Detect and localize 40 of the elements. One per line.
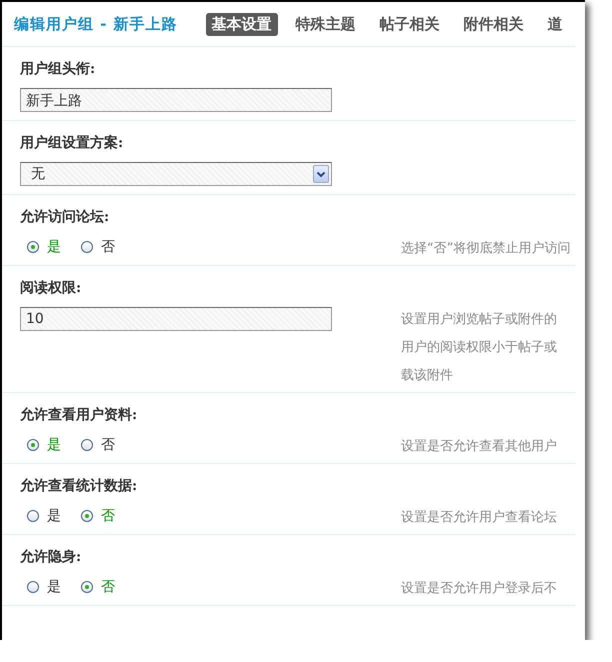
tab[interactable]: 特殊主题	[290, 12, 362, 36]
radio-label: 否	[101, 436, 115, 454]
field-label: 允许查看统计数据:	[20, 477, 138, 495]
radio-button[interactable]	[27, 240, 39, 252]
radio-button[interactable]	[81, 438, 93, 450]
tab[interactable]: 道	[542, 12, 569, 36]
hint-text: 用户的阅读权限小于帖子或	[401, 339, 558, 356]
radio-label: 是	[47, 238, 61, 256]
hint-text: 选择“否”将彻底禁止用户访问	[401, 240, 572, 257]
field-label: 阅读权限:	[20, 279, 82, 297]
input-field[interactable]: 新手上路	[20, 88, 332, 112]
radio-label: 否	[101, 238, 115, 256]
field-label: 用户组设置方案:	[20, 134, 124, 152]
radio-label: 否	[101, 578, 115, 596]
tab[interactable]: 基本设置	[206, 12, 278, 36]
radio-button[interactable]	[81, 240, 93, 252]
field-label: 允许访问论坛:	[20, 208, 110, 226]
hint-text: 载该附件	[401, 367, 454, 384]
field-label: 允许查看用户资料:	[20, 406, 138, 424]
hint-text: 设置是否允许用户查看论坛	[401, 509, 558, 526]
hint-text: 设置用户浏览帖子或附件的	[401, 311, 558, 328]
hint-text: 设置是否允许用户登录后不	[401, 580, 558, 597]
radio-label: 是	[47, 436, 61, 454]
radio-label: 否	[101, 506, 115, 524]
tab[interactable]: 帖子相关	[374, 12, 446, 36]
radio-label: 是	[47, 578, 61, 596]
radio-label: 是	[47, 506, 61, 524]
radio-button[interactable]	[81, 510, 93, 522]
page-title: 编辑用户组 - 新手上路	[14, 14, 178, 34]
radio-button[interactable]	[27, 438, 39, 450]
tab[interactable]: 附件相关	[458, 12, 530, 36]
radio-button[interactable]	[81, 580, 93, 592]
radio-button[interactable]	[27, 580, 39, 592]
field-label: 允许隐身:	[20, 548, 82, 566]
caret-icon	[313, 165, 329, 183]
input-field[interactable]: 10	[20, 307, 332, 331]
radio-button[interactable]	[27, 510, 39, 522]
dropdown[interactable]: 无	[20, 162, 332, 186]
hint-text: 设置是否允许查看其他用户	[401, 438, 558, 455]
field-label: 用户组头衔:	[20, 60, 96, 78]
